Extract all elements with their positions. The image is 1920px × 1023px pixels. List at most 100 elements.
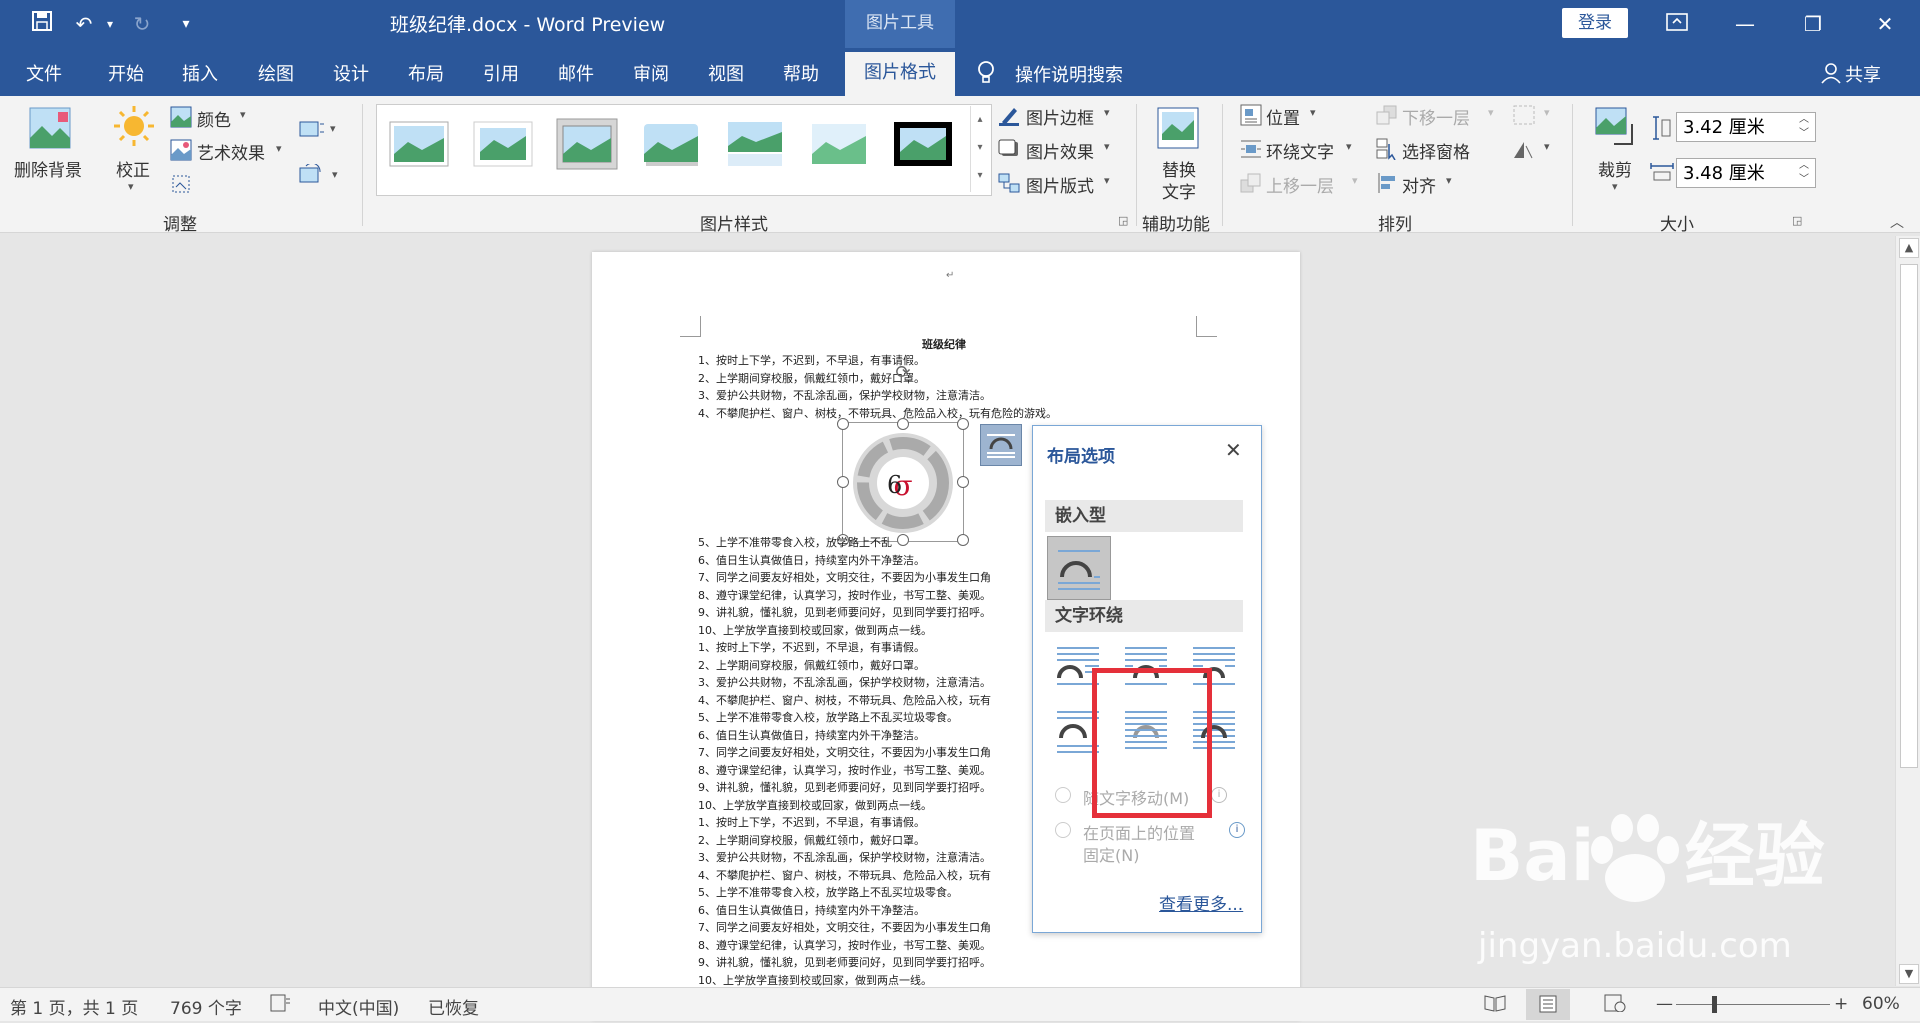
move-with-text-info-icon[interactable]: i	[1211, 787, 1227, 803]
color-label[interactable]: 颜色	[197, 106, 231, 131]
crop-dropdown-icon[interactable]: ▾	[1612, 180, 1618, 193]
scroll-up-icon[interactable]: ▲	[1899, 238, 1919, 258]
artistic-effects-label[interactable]: 艺术效果	[197, 139, 265, 164]
width-input[interactable]: 3.48 厘米 ︿ ﹀	[1676, 158, 1816, 188]
picture-effects-icon[interactable]	[998, 138, 1020, 164]
share-button[interactable]: 共享	[1845, 61, 1881, 87]
zoom-level[interactable]: 60%	[1862, 994, 1900, 1014]
align-label[interactable]: 对齐	[1402, 172, 1436, 197]
picture-style-7[interactable]	[892, 118, 954, 170]
height-spinner-icon[interactable]: ︿ ﹀	[1799, 113, 1809, 141]
crop-label[interactable]: 裁剪	[1598, 156, 1632, 181]
wrap-text-icon[interactable]	[1240, 138, 1262, 164]
artistic-effects-icon[interactable]	[170, 139, 192, 165]
read-mode-icon[interactable]	[1484, 994, 1506, 1017]
picture-style-4[interactable]	[640, 118, 702, 170]
undo-icon[interactable]: ↶	[70, 10, 98, 38]
width-spinner-icon[interactable]: ︿ ﹀	[1799, 159, 1809, 187]
word-count[interactable]: 769 个字	[170, 994, 242, 1019]
zoom-in-icon[interactable]: +	[1834, 994, 1848, 1014]
size-dialog-launcher-icon[interactable]: ◲	[1792, 214, 1802, 227]
corrections-dropdown-icon[interactable]: ▾	[128, 180, 134, 193]
picture-effects-dropdown-icon[interactable]: ▾	[1104, 140, 1110, 153]
lightbulb-icon[interactable]	[976, 60, 996, 88]
tab-help[interactable]: 帮助	[783, 60, 819, 86]
tab-review[interactable]: 审阅	[633, 60, 669, 86]
login-button[interactable]: 登录	[1562, 8, 1628, 38]
transparency-icon[interactable]	[170, 173, 192, 199]
corrections-label[interactable]: 校正	[116, 156, 150, 181]
tab-layout[interactable]: 布局	[408, 60, 444, 86]
undo-dropdown-icon[interactable]: ▾	[96, 10, 124, 38]
remove-background-icon[interactable]	[28, 106, 72, 154]
customize-quick-access-icon[interactable]: ▾	[172, 10, 200, 38]
print-layout-button[interactable]	[1526, 989, 1570, 1020]
tab-references[interactable]: 引用	[483, 60, 519, 86]
color-icon[interactable]	[170, 106, 192, 132]
vertical-scrollbar[interactable]: ▲ ▼	[1895, 236, 1920, 986]
move-with-text-radio[interactable]	[1055, 787, 1071, 803]
picture-layout-icon[interactable]	[998, 172, 1020, 198]
tell-me-search[interactable]: 操作说明搜索	[1015, 61, 1123, 87]
language-status[interactable]: 中文(中国)	[318, 994, 399, 1019]
artistic-effects-dropdown-icon[interactable]: ▾	[276, 142, 282, 155]
wrap-text-dropdown-icon[interactable]: ▾	[1346, 140, 1352, 153]
change-picture-icon[interactable]	[298, 162, 326, 190]
ribbon-display-options-icon[interactable]	[1654, 8, 1700, 40]
position-dropdown-icon[interactable]: ▾	[1310, 106, 1316, 119]
zoom-slider-thumb[interactable]	[1712, 996, 1717, 1013]
alt-text-icon[interactable]	[1156, 106, 1200, 154]
tab-insert[interactable]: 插入	[182, 60, 218, 86]
resize-handle[interactable]	[837, 418, 849, 430]
tab-mailings[interactable]: 邮件	[558, 60, 594, 86]
wrap-text-label[interactable]: 环绕文字	[1266, 138, 1334, 163]
scroll-down-icon[interactable]: ▼	[1899, 964, 1919, 984]
layout-options-button[interactable]	[980, 424, 1022, 466]
scroll-thumb[interactable]	[1900, 264, 1918, 768]
tab-view[interactable]: 视图	[708, 60, 744, 86]
alt-text-label-line2[interactable]: 文字	[1162, 178, 1196, 203]
picture-style-1[interactable]	[388, 118, 450, 170]
restore-icon[interactable]: ❐	[1790, 8, 1836, 40]
picture-border-label[interactable]: 图片边框	[1026, 104, 1094, 129]
position-label[interactable]: 位置	[1266, 104, 1300, 129]
change-picture-dropdown-icon[interactable]: ▾	[332, 168, 338, 181]
selection-pane-icon[interactable]	[1376, 138, 1398, 164]
collapse-ribbon-icon[interactable]: ︿	[1890, 212, 1904, 232]
resize-handle[interactable]	[957, 476, 969, 488]
picture-style-2[interactable]	[472, 118, 534, 170]
see-more-link[interactable]: 查看更多...	[1159, 890, 1243, 915]
picture-styles-dialog-launcher-icon[interactable]: ◲	[1118, 214, 1128, 227]
rotate-dropdown-icon[interactable]: ▾	[1544, 140, 1550, 153]
tab-design[interactable]: 设计	[333, 60, 369, 86]
tab-picture-format[interactable]: 图片格式	[845, 52, 955, 96]
proofing-icon[interactable]	[270, 994, 292, 1017]
compress-pictures-icon[interactable]	[298, 118, 326, 144]
resize-handle[interactable]	[897, 418, 909, 430]
rotate-icon[interactable]	[1512, 138, 1536, 164]
align-icon[interactable]	[1376, 172, 1398, 198]
picture-layout-label[interactable]: 图片版式	[1026, 172, 1094, 197]
page-count[interactable]: 第 1 页，共 1 页	[10, 994, 138, 1019]
picture-border-dropdown-icon[interactable]: ▾	[1104, 106, 1110, 119]
resize-handle[interactable]	[837, 476, 849, 488]
zoom-slider[interactable]	[1676, 1004, 1830, 1005]
compress-dropdown-icon[interactable]: ▾	[330, 122, 336, 135]
picture-style-5[interactable]	[724, 118, 786, 170]
picture-style-6[interactable]	[808, 118, 870, 170]
close-icon[interactable]: ✕	[1862, 8, 1908, 40]
selected-picture[interactable]: σ 6	[842, 422, 964, 542]
zoom-out-icon[interactable]: —	[1656, 994, 1673, 1014]
picture-layout-dropdown-icon[interactable]: ▾	[1104, 174, 1110, 187]
fix-position-radio[interactable]	[1055, 822, 1071, 838]
position-icon[interactable]	[1240, 104, 1262, 130]
corrections-icon[interactable]	[112, 104, 156, 152]
web-layout-icon[interactable]	[1604, 994, 1626, 1017]
minimize-icon[interactable]: —	[1722, 8, 1768, 40]
picture-border-icon[interactable]	[998, 104, 1020, 130]
tab-file[interactable]: 文件	[26, 60, 62, 86]
user-icon[interactable]	[1820, 62, 1842, 88]
crop-icon[interactable]	[1594, 104, 1638, 152]
resize-handle[interactable]	[957, 418, 969, 430]
fix-position-info-icon[interactable]: i	[1229, 822, 1245, 838]
